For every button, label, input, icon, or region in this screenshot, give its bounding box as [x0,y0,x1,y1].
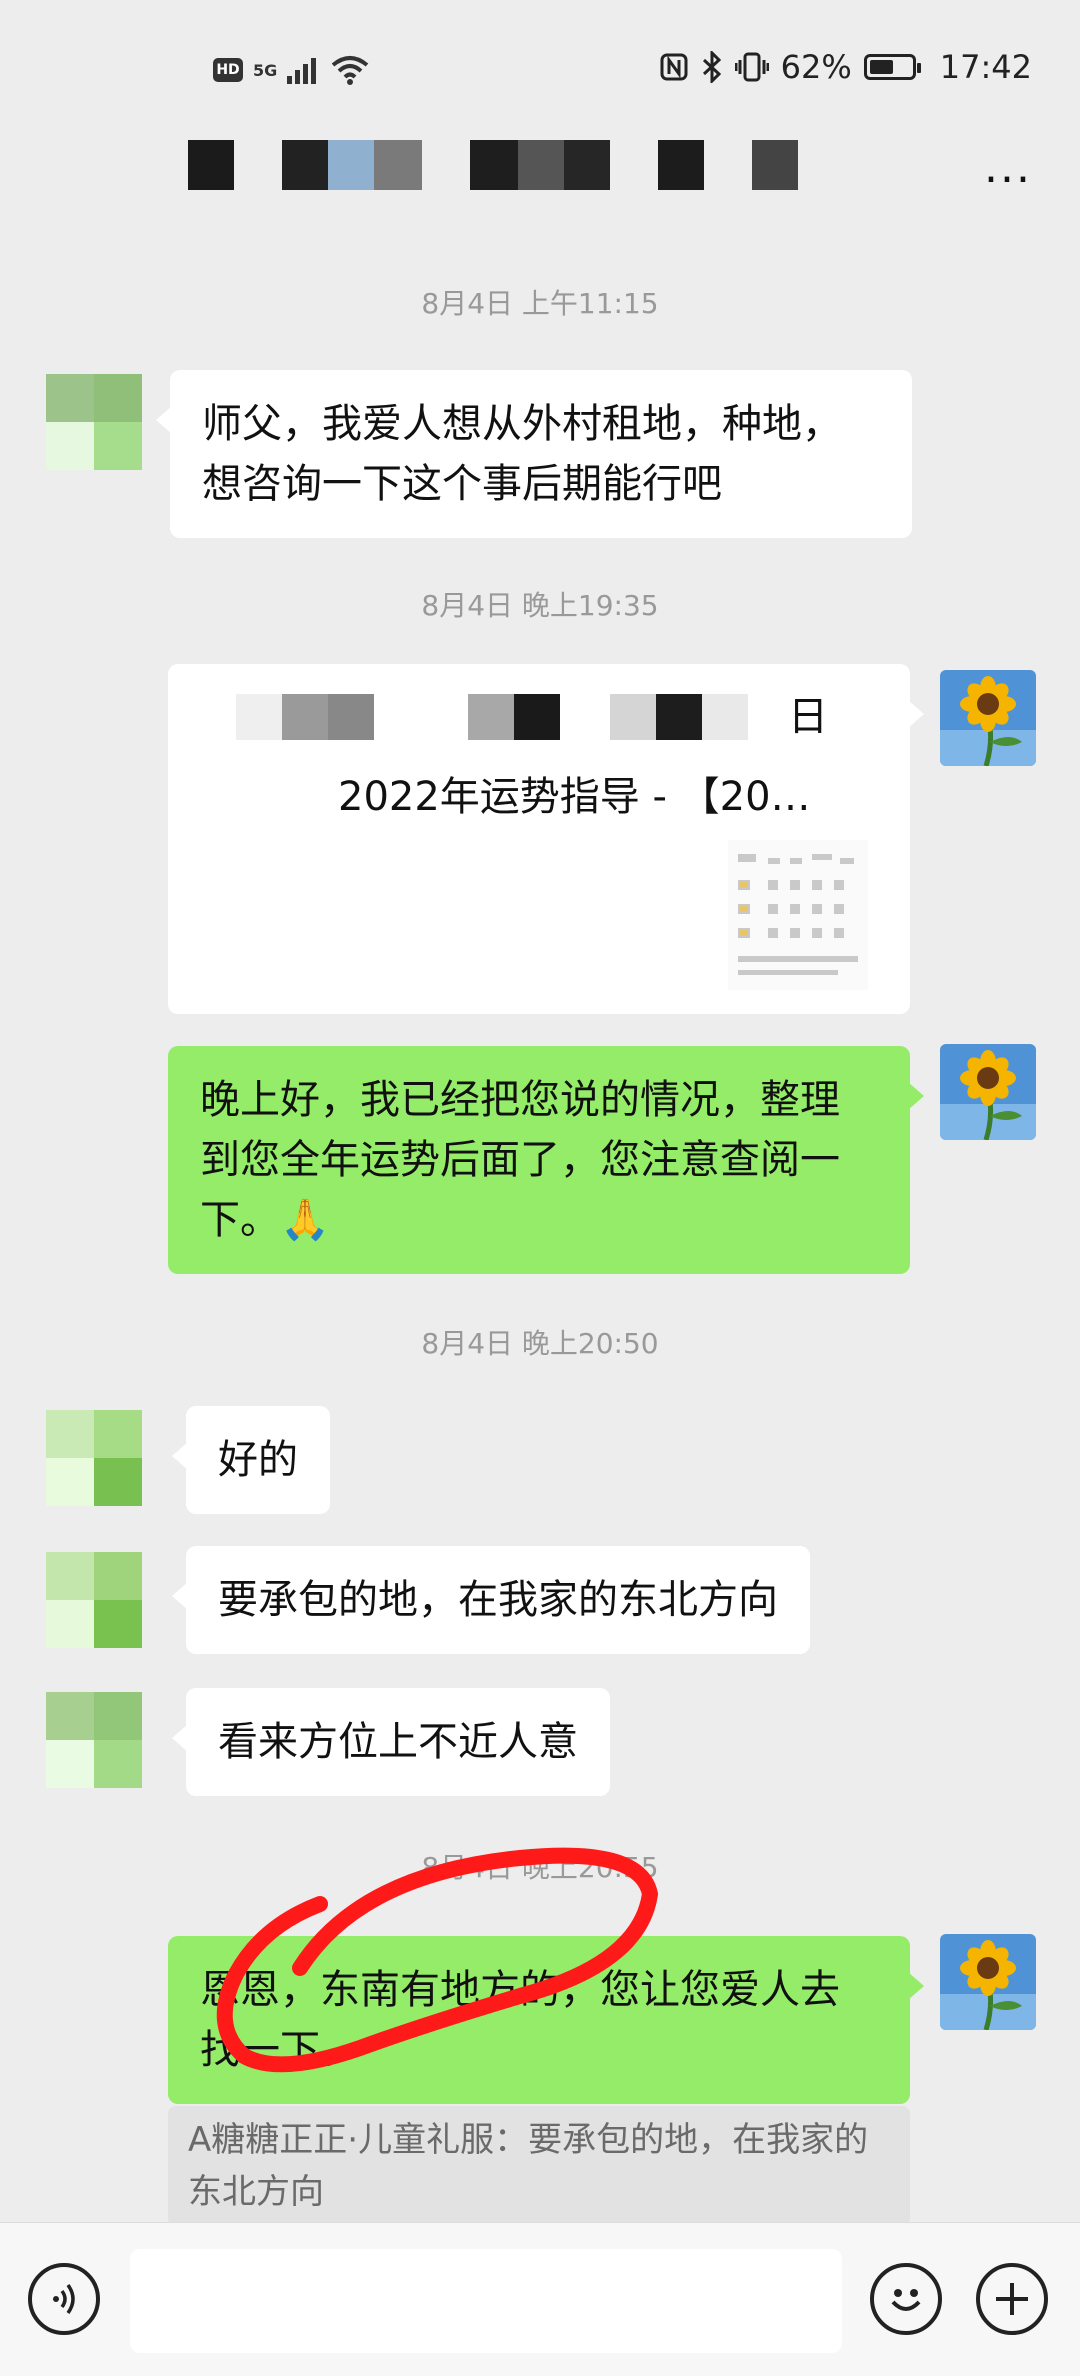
message-input[interactable] [130,2249,842,2353]
red-circle-annotation [216,1847,658,2073]
voice-icon [53,2283,75,2315]
plus-button[interactable] [976,2263,1048,2335]
signal-icon [287,58,317,84]
vibrate-icon [734,52,769,82]
nfc-icon [660,53,688,81]
chat-area[interactable]: 8月4日 上午11:15 师父，我爱人想从外村租地，种地，想咨询一下这个事后期能… [0,226,1080,2226]
status-bar: HD 5G 62% 17:42 [0,0,1080,136]
status-right: 62% 17:42 [659,48,1032,86]
bluetooth-icon [702,51,721,83]
battery-percent: 62% [780,48,852,86]
emoji-button[interactable] [870,2263,942,2335]
plus-icon [996,2283,1028,2315]
hd-badge: HD [213,58,243,82]
status-left: HD 5G [213,50,369,90]
wifi-icon [331,56,369,85]
input-bar [0,2222,1080,2376]
chat-title-bar: ... [0,130,1080,226]
more-button[interactable]: ... [984,146,1032,190]
voice-button[interactable] [28,2263,100,2335]
emoji-icon [891,2289,921,2311]
clock: 17:42 [939,48,1032,86]
network-type: 5G [253,60,278,80]
battery-icon [863,54,921,80]
